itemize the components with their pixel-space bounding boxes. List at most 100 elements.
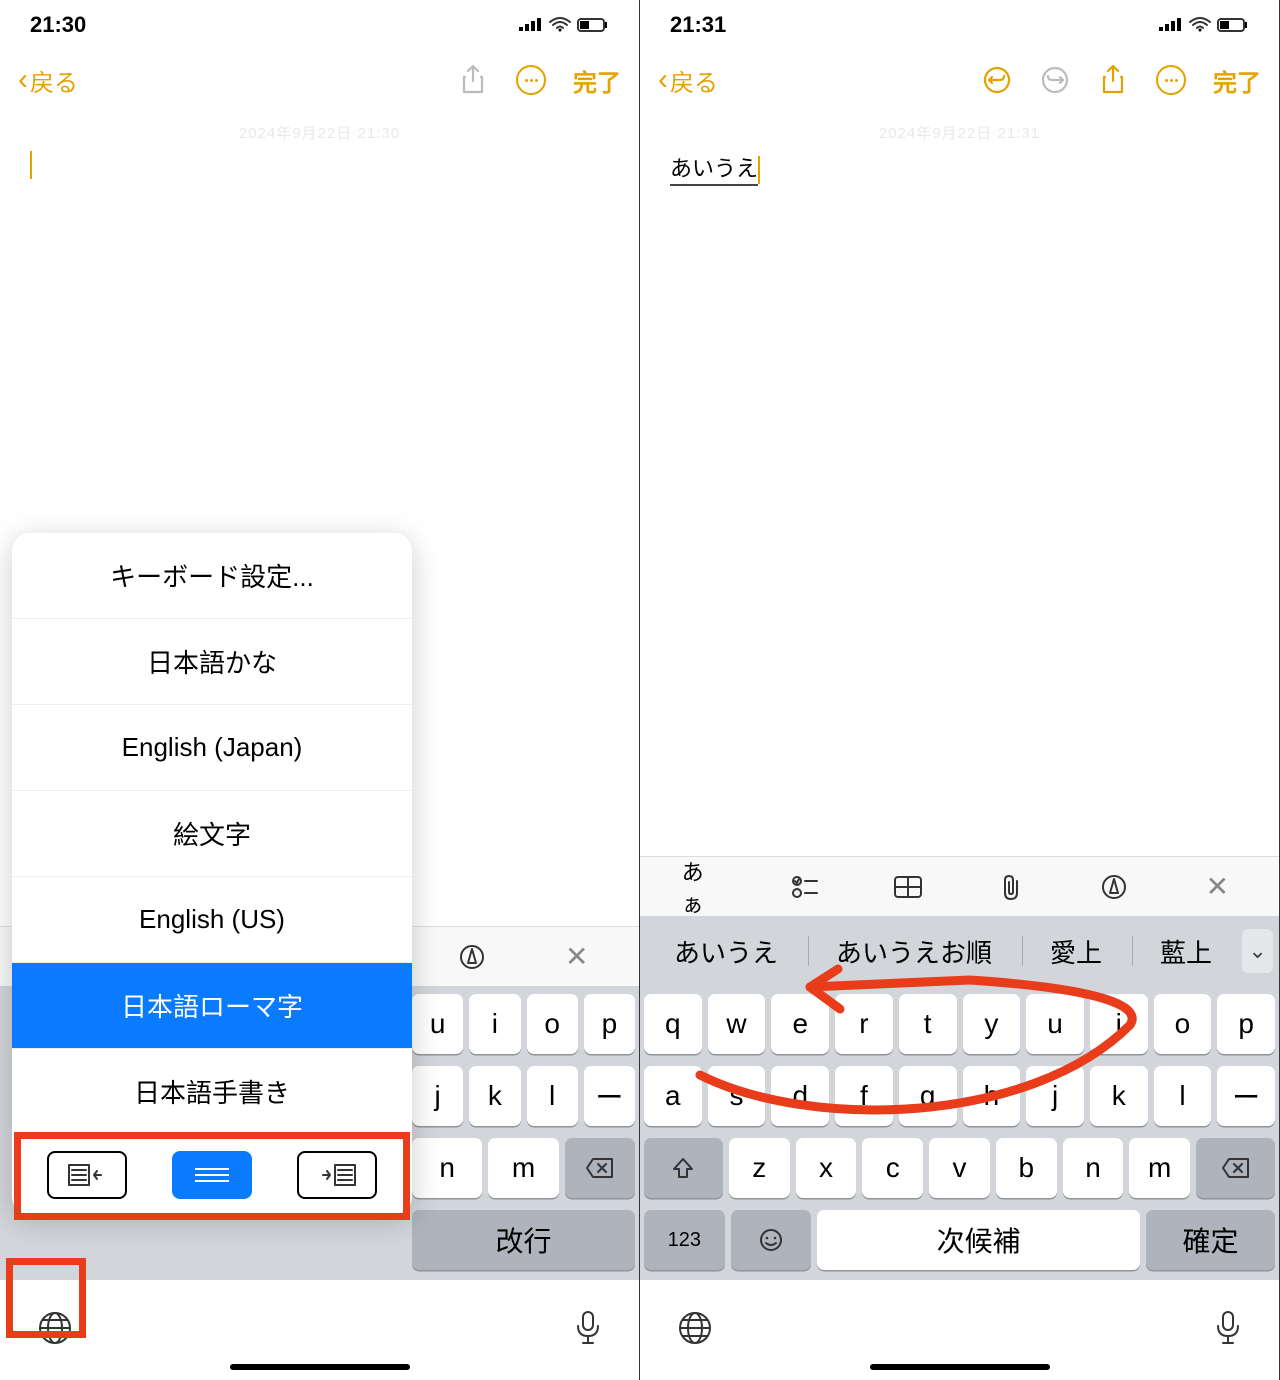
key-p[interactable]: p [584,994,635,1054]
key-dash[interactable]: ー [584,1066,635,1126]
share-button[interactable] [457,64,489,96]
keyboard-option[interactable]: 日本語かな [12,619,412,705]
key-l[interactable]: l [1154,1066,1212,1126]
backspace-key[interactable] [1196,1138,1275,1198]
key-j[interactable]: j [412,1066,463,1126]
key-k[interactable]: k [1090,1066,1148,1126]
text-cursor [758,156,760,184]
key-t[interactable]: t [899,994,957,1054]
key-y[interactable]: y [963,994,1021,1054]
keyboard-option[interactable]: 絵文字 [12,791,412,877]
close-toolbar-button[interactable]: ✕ [1197,867,1237,907]
key-v[interactable]: v [929,1138,990,1198]
note-date: 2024年9月22日 21:31 [670,122,1249,143]
key-dash[interactable]: ー [1217,1066,1275,1126]
expand-suggestions-button[interactable]: ⌄ [1242,929,1273,973]
key-b[interactable]: b [996,1138,1057,1198]
key-e[interactable]: e [771,994,829,1054]
markup-button[interactable] [1094,867,1134,907]
dictation-button[interactable] [573,1309,603,1352]
format-aa-button[interactable]: あぁ [682,867,722,907]
status-time: 21:30 [30,12,86,38]
key-f[interactable]: f [835,1066,893,1126]
more-button[interactable] [1155,64,1187,96]
left-screenshot: 21:30 ‹ 戻る 完了 2024年9月22日 21:30 ✕ [0,0,640,1380]
key-k[interactable]: k [469,1066,520,1126]
status-time: 21:31 [670,12,726,38]
layout-full-button[interactable] [172,1151,252,1199]
globe-button[interactable] [676,1309,714,1352]
share-button[interactable] [1097,64,1129,96]
key-h[interactable]: h [963,1066,1021,1126]
key-l[interactable]: l [527,1066,578,1126]
key-j[interactable]: j [1026,1066,1084,1126]
key-o[interactable]: o [1154,994,1212,1054]
suggestion[interactable]: あいうえお順 [808,933,1020,970]
dictation-button[interactable] [1213,1309,1243,1352]
nav-bar: ‹ 戻る 完了 [0,50,639,110]
suggestion[interactable]: あいうえ [646,933,806,970]
key-a[interactable]: a [644,1066,702,1126]
key-d[interactable]: d [771,1066,829,1126]
keyboard-option[interactable]: 日本語手書き [12,1049,412,1135]
key-c[interactable]: c [862,1138,923,1198]
close-toolbar-button[interactable]: ✕ [557,937,597,977]
undo-button[interactable] [981,64,1013,96]
suggestion[interactable]: 愛上 [1022,933,1130,970]
key-s[interactable]: s [708,1066,766,1126]
key-i[interactable]: i [469,994,520,1054]
chevron-left-icon: ‹ [18,63,28,97]
status-icons [519,17,609,33]
newline-key[interactable]: 改行 [412,1210,635,1270]
key-z[interactable]: z [729,1138,790,1198]
key-x[interactable]: x [796,1138,857,1198]
key-n[interactable]: n [412,1138,482,1198]
back-button[interactable]: ‹ 戻る [658,63,718,98]
space-key[interactable]: 次候補 [817,1210,1140,1270]
more-button[interactable] [515,64,547,96]
keyboard-option-selected[interactable]: 日本語ローマ字 [12,963,412,1049]
back-button[interactable]: ‹ 戻る [18,63,78,98]
home-indicator[interactable] [870,1364,1050,1370]
key-g[interactable]: g [899,1066,957,1126]
key-p[interactable]: p [1217,994,1275,1054]
back-label: 戻る [670,63,718,98]
layout-right-button[interactable] [297,1151,377,1199]
note-body[interactable]: 2024年9月22日 21:30 [0,110,639,191]
checklist-button[interactable] [785,867,825,907]
table-button[interactable] [888,867,928,907]
key-n[interactable]: n [1063,1138,1124,1198]
suggestion[interactable]: 藍上 [1132,933,1240,970]
key-i[interactable]: i [1090,994,1148,1054]
numbers-key[interactable]: 123 [644,1210,725,1270]
key-u[interactable]: u [412,994,463,1054]
done-button[interactable]: 完了 [1213,63,1261,98]
key-q[interactable]: q [644,994,702,1054]
redo-button[interactable] [1039,64,1071,96]
ellipsis-circle-icon [516,65,546,95]
markup-icon[interactable] [452,937,492,977]
attachment-button[interactable] [991,867,1031,907]
emoji-key[interactable] [731,1210,812,1270]
note-date: 2024年9月22日 21:30 [30,122,609,143]
home-indicator[interactable] [230,1364,410,1370]
keyboard: q w e r t y u i o p a s d f g h j k l [640,986,1279,1280]
redo-icon [1040,65,1070,95]
shift-key[interactable] [644,1138,723,1198]
key-u[interactable]: u [1026,994,1084,1054]
key-r[interactable]: r [835,994,893,1054]
key-row-3: z x c v b n m [644,1138,1275,1198]
keyboard-option[interactable]: English (US) [12,877,412,963]
layout-left-button[interactable] [47,1151,127,1199]
backspace-key[interactable] [565,1138,635,1198]
note-body[interactable]: 2024年9月22日 21:31 あいうえ [640,110,1279,198]
confirm-key[interactable]: 確定 [1146,1210,1275,1270]
globe-button[interactable] [36,1309,74,1352]
done-button[interactable]: 完了 [573,63,621,98]
key-o[interactable]: o [527,994,578,1054]
key-m[interactable]: m [488,1138,558,1198]
keyboard-option[interactable]: English (Japan) [12,705,412,791]
keyboard-settings-item[interactable]: キーボード設定... [12,533,412,619]
key-m[interactable]: m [1129,1138,1190,1198]
key-w[interactable]: w [708,994,766,1054]
